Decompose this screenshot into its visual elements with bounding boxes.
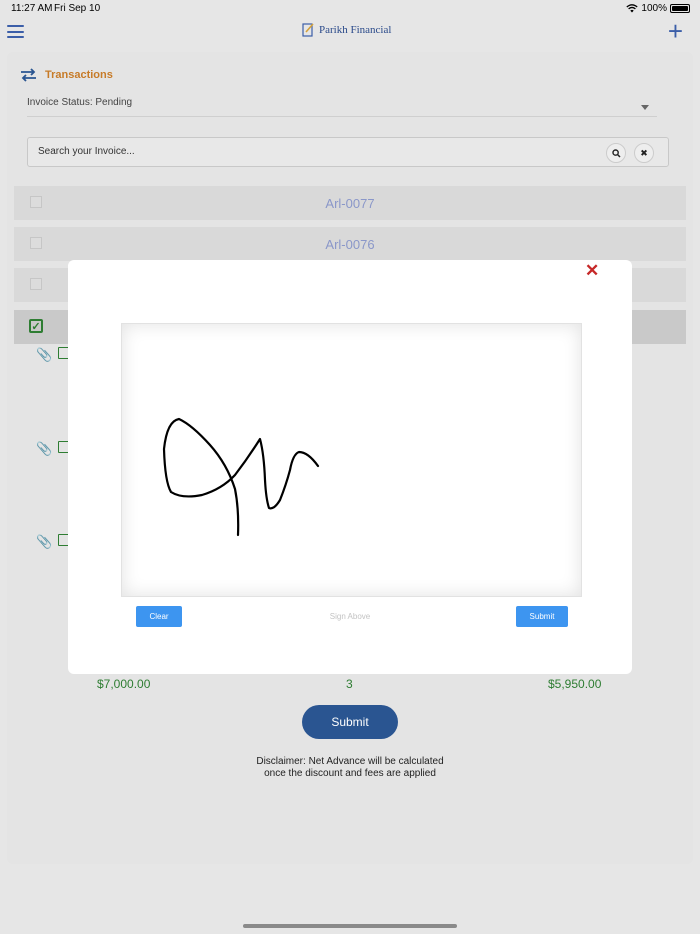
signature-pad[interactable]: [121, 323, 582, 597]
close-icon[interactable]: ✕: [585, 262, 599, 279]
signature-stroke: [162, 417, 320, 537]
signature-submit-button[interactable]: Submit: [516, 606, 568, 627]
signature-modal: ✕ Clear Sign Above Submit: [68, 260, 632, 674]
